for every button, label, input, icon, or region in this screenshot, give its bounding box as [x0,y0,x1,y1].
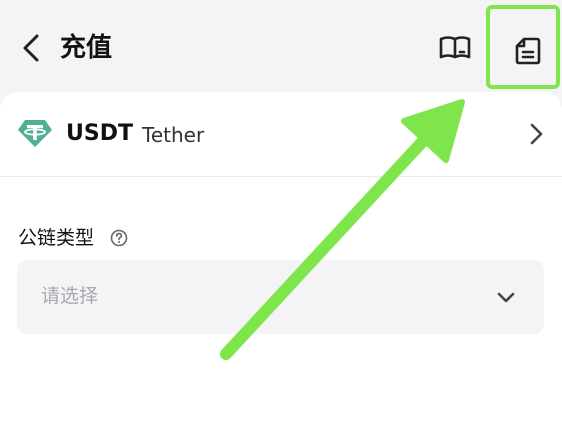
coin-symbol: USDT [66,121,133,146]
coin-name: Tether [142,123,205,147]
chain-type-label: 公链类型 [18,227,95,249]
select-placeholder: 请选择 [41,285,99,307]
deposit-record-button[interactable] [486,5,560,89]
coin-selector[interactable]: USDT Tether [0,92,562,177]
book-icon [439,36,471,59]
chevron-right-icon [530,123,543,145]
help-circle-icon[interactable] [110,229,128,247]
deposit-page: 充值 USDT Tether 公链类型 请选择 [0,0,562,422]
document-icon [515,37,541,65]
chevron-down-icon [497,292,515,303]
deposit-card: USDT Tether 公链类型 请选择 [0,92,562,422]
chevron-left-icon [23,34,39,62]
page-title: 充值 [60,33,113,63]
tether-logo-icon [18,120,52,147]
guide-button[interactable] [436,30,474,66]
back-button[interactable] [14,30,50,66]
chain-type-select[interactable]: 请选择 [17,260,544,334]
top-bar: 充值 [0,0,562,92]
